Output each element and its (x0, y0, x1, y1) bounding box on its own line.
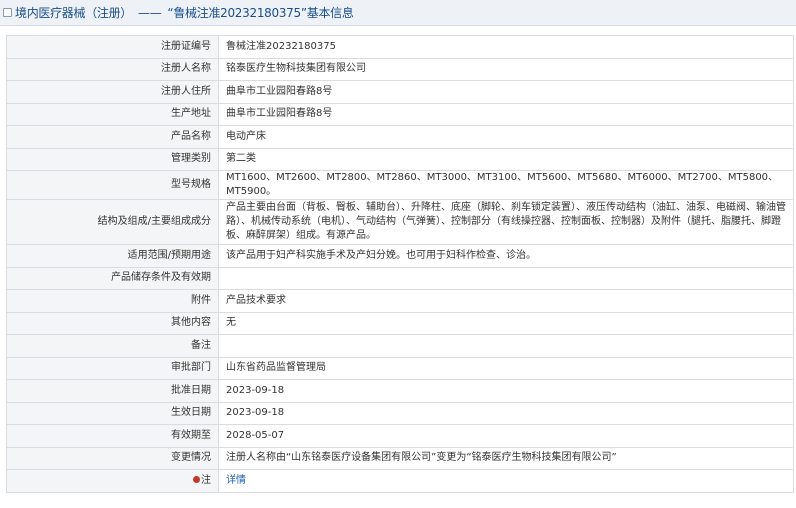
page-title: 境内医疗器械（注册） —— “鲁械注准20232180375”基本信息 (15, 4, 354, 21)
row-value-approval-dept: 山东省药品监督管理局 (218, 356, 794, 380)
note-label-text: 注 (201, 474, 211, 486)
table-row: 注 详情 (6, 469, 794, 493)
table-row: 变更情况 注册人名称由“山东铭泰医疗设备集团有限公司”变更为“铭泰医疗生物科技集… (6, 446, 794, 470)
map-pin-icon (193, 476, 200, 484)
row-value-attachment: 产品技术要求 (218, 289, 794, 313)
table-row: 适用范围/预期用途 该产品用于妇产科实施手术及产妇分娩。也可用于妇科作检查、诊治… (6, 244, 794, 268)
table-row: 有效期至 2028-05-07 (6, 424, 794, 448)
row-value-management-class: 第二类 (218, 147, 794, 171)
row-label-valid-until: 有效期至 (6, 424, 219, 448)
row-value-remarks (218, 334, 794, 358)
row-label-attachment: 附件 (6, 289, 219, 313)
row-value-intended-use: 该产品用于妇产科实施手术及产妇分娩。也可用于妇科作检查、诊治。 (218, 244, 794, 268)
header-record-title: “鲁械注准20232180375”基本信息 (167, 6, 354, 20)
table-row: 生效日期 2023-09-18 (6, 401, 794, 425)
row-label-approval-dept: 审批部门 (6, 356, 219, 380)
row-label-production-address: 生产地址 (6, 102, 219, 126)
row-label-intended-use: 适用范围/预期用途 (6, 244, 219, 268)
row-value-storage (218, 266, 794, 290)
row-value-note: 详情 (218, 469, 794, 493)
row-label-model-spec: 型号规格 (6, 170, 219, 200)
row-value-registrant-address: 曲阜市工业园阳春路8号 (218, 80, 794, 104)
row-label-approval-date: 批准日期 (6, 379, 219, 403)
header-category: 境内医疗器械（注册） (15, 6, 133, 20)
row-label-registrant-address: 注册人住所 (6, 80, 219, 104)
row-label-registrant-name: 注册人名称 (6, 57, 219, 81)
table-row: 产品名称 电动产床 (6, 125, 794, 149)
row-label-product-name: 产品名称 (6, 125, 219, 149)
header-checkbox-icon (3, 8, 12, 17)
table-row: 注册人住所 曲阜市工业园阳春路8号 (6, 80, 794, 104)
row-value-valid-until: 2028-05-07 (218, 424, 794, 448)
table-row: 注册证编号 鲁械注准20232180375 (6, 35, 794, 59)
row-value-product-name: 电动产床 (218, 125, 794, 149)
row-label-remarks: 备注 (6, 334, 219, 358)
row-label-other: 其他内容 (6, 311, 219, 335)
row-value-production-address: 曲阜市工业园阳春路8号 (218, 102, 794, 126)
row-value-registration-number: 鲁械注准20232180375 (218, 35, 794, 59)
row-value-changes: 注册人名称由“山东铭泰医疗设备集团有限公司”变更为“铭泰医疗生物科技集团有限公司… (218, 446, 794, 470)
table-row: 生产地址 曲阜市工业园阳春路8号 (6, 102, 794, 126)
row-value-registrant-name: 铭泰医疗生物科技集团有限公司 (218, 57, 794, 81)
table-row: 批准日期 2023-09-18 (6, 379, 794, 403)
row-value-effective-date: 2023-09-18 (218, 401, 794, 425)
details-link[interactable]: 详情 (226, 475, 246, 486)
table-row: 产品储存条件及有效期 (6, 266, 794, 290)
row-label-management-class: 管理类别 (6, 147, 219, 171)
row-value-structure: 产品主要由台面（背板、臀板、辅助台）、升降柱、底座（脚轮、刹车锁定装置）、液压传… (218, 199, 794, 245)
table-row: 注册人名称 铭泰医疗生物科技集团有限公司 (6, 57, 794, 81)
table-row: 附件 产品技术要求 (6, 289, 794, 313)
table-row: 结构及组成/主要组成成分 产品主要由台面（背板、臀板、辅助台）、升降柱、底座（脚… (6, 199, 794, 245)
registration-info-table: 注册证编号 鲁械注准20232180375 注册人名称 铭泰医疗生物科技集团有限… (6, 35, 794, 493)
row-label-storage: 产品储存条件及有效期 (6, 266, 219, 290)
row-label-note: 注 (6, 469, 219, 493)
row-value-other: 无 (218, 311, 794, 335)
page-header: 境内医疗器械（注册） —— “鲁械注准20232180375”基本信息 (0, 0, 796, 26)
row-label-effective-date: 生效日期 (6, 401, 219, 425)
table-row: 型号规格 MT1600、MT2600、MT2800、MT2860、MT3000、… (6, 170, 794, 200)
row-value-model-spec: MT1600、MT2600、MT2800、MT2860、MT3000、MT310… (218, 170, 794, 200)
table-row: 备注 (6, 334, 794, 358)
row-label-changes: 变更情况 (6, 446, 219, 470)
row-value-approval-date: 2023-09-18 (218, 379, 794, 403)
table-row: 审批部门 山东省药品监督管理局 (6, 356, 794, 380)
table-row: 管理类别 第二类 (6, 147, 794, 171)
row-label-structure: 结构及组成/主要组成成分 (6, 199, 219, 245)
row-label-registration-number: 注册证编号 (6, 35, 219, 59)
table-row: 其他内容 无 (6, 311, 794, 335)
header-separator: —— (138, 6, 162, 20)
